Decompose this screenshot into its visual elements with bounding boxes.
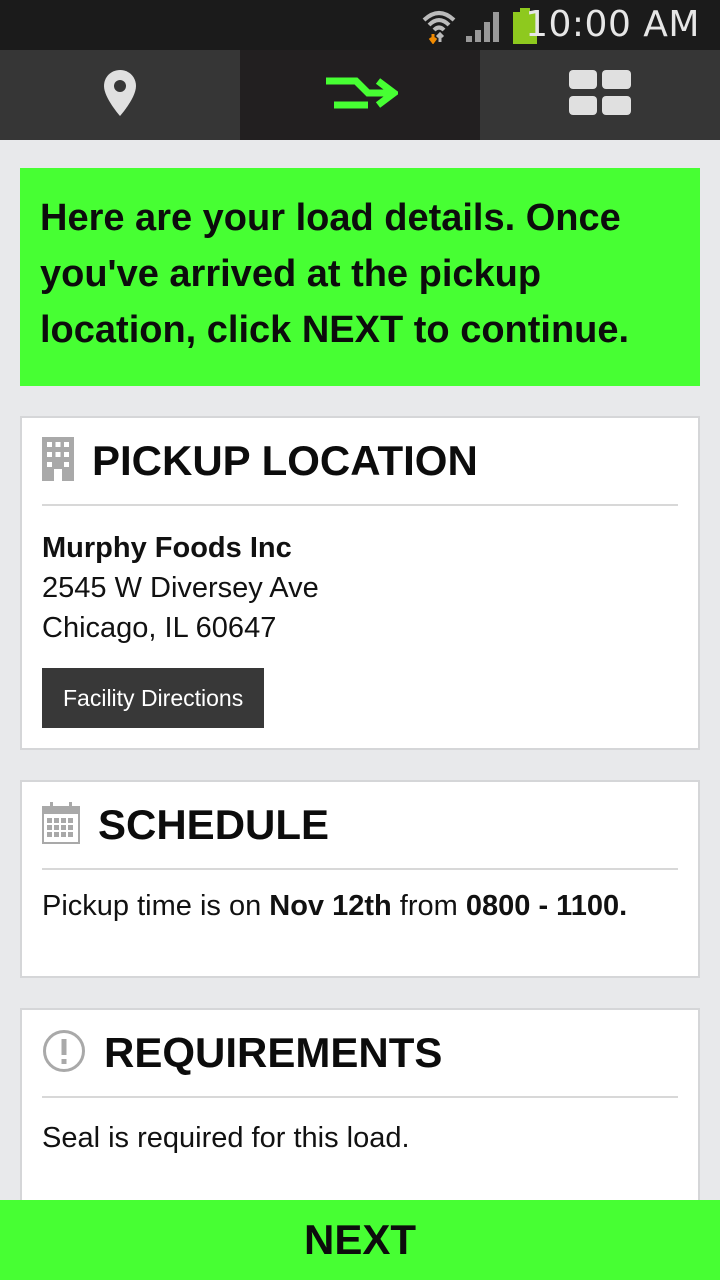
calendar-icon	[42, 801, 80, 849]
building-icon	[42, 436, 74, 486]
pickup-location-card: PICKUP LOCATION Murphy Foods Inc 2545 W …	[20, 416, 700, 750]
map-pin-icon	[104, 69, 136, 121]
facility-directions-button[interactable]: Facility Directions	[42, 668, 265, 728]
pickup-location-title: PICKUP LOCATION	[92, 437, 478, 484]
grid-icon	[569, 69, 631, 121]
status-bar: 10:00 AM	[0, 0, 720, 50]
tab-grid[interactable]	[480, 50, 720, 140]
schedule-prefix: Pickup time is on	[42, 890, 270, 922]
pickup-address: Murphy Foods Inc 2545 W Diversey Ave Chi…	[42, 506, 678, 748]
wifi-icon	[420, 6, 458, 49]
clock: 10:00 AM	[525, 4, 700, 45]
schedule-title: SCHEDULE	[98, 801, 330, 848]
pickup-time-range: 0800 - 1100.	[465, 890, 628, 922]
company-name: Murphy Foods Inc	[42, 532, 292, 564]
signal-icon	[464, 8, 504, 49]
schedule-text: Pickup time is on Nov 12th from 0800 - 1…	[42, 870, 678, 940]
requirements-card: REQUIREMENTS Seal is required for this l…	[20, 1008, 700, 1208]
exclamation-icon	[42, 1029, 86, 1078]
address-line-2: Chicago, IL 60647	[42, 612, 277, 644]
requirements-header: REQUIREMENTS	[42, 1010, 678, 1098]
instruction-banner: Here are your load details. Once you've …	[20, 168, 700, 386]
schedule-middle: from	[391, 890, 466, 922]
requirements-title: REQUIREMENTS	[104, 1029, 443, 1076]
tab-bar	[0, 50, 720, 140]
requirements-text: Seal is required for this load.	[42, 1122, 410, 1154]
load-details: Here are your load details. Once you've …	[20, 168, 700, 1208]
tab-route[interactable]	[240, 50, 480, 140]
address-line-1: 2545 W Diversey Ave	[42, 572, 319, 604]
pickup-location-header: PICKUP LOCATION	[42, 418, 678, 506]
schedule-header: SCHEDULE	[42, 782, 678, 870]
pickup-date: Nov 12th	[269, 890, 392, 922]
tab-location[interactable]	[0, 50, 240, 140]
schedule-card: SCHEDULE Pickup time is on Nov 12th from…	[20, 780, 700, 978]
next-button[interactable]: NEXT	[0, 1200, 720, 1280]
arrow-right-icon	[322, 73, 400, 118]
